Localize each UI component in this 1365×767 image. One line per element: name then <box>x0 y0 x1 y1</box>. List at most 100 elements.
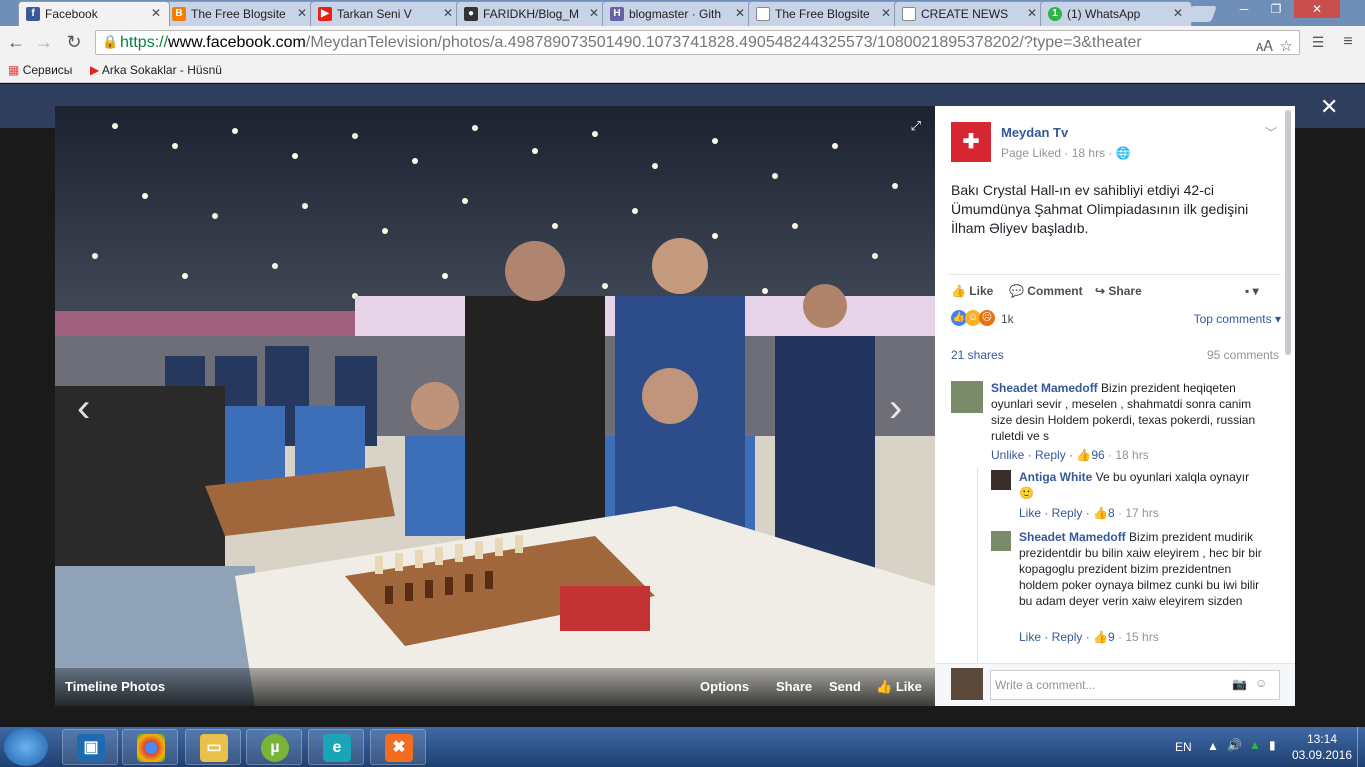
tab-github[interactable]: ● FARIDKH/Blog_M ✕ <box>456 1 608 26</box>
store-icon: ▣ <box>77 734 105 762</box>
shares-count[interactable]: 21 shares <box>951 348 1004 362</box>
bookmark-apps[interactable]: ▦ Сервисы <box>8 63 72 77</box>
clock-date[interactable]: 03.09.2016 <box>1289 748 1355 762</box>
blogger-icon: B <box>172 7 186 21</box>
comments-count[interactable]: 95 comments <box>1207 348 1279 362</box>
start-button[interactable] <box>4 728 48 766</box>
youtube-icon: ▶ <box>318 7 332 21</box>
taskbar-app-store[interactable]: ▣ <box>62 729 118 765</box>
scrollbar[interactable] <box>1285 110 1291 355</box>
share-icon: ↪ <box>1095 284 1106 298</box>
close-tab-icon[interactable]: ✕ <box>1027 6 1037 20</box>
forward-button[interactable]: → <box>34 32 54 52</box>
apps-icon: ▦ <box>8 63 20 77</box>
folder-icon: ▭ <box>200 734 228 762</box>
comment-actions[interactable]: Like · Reply · 👍8 · 17 hrs <box>1019 505 1159 521</box>
smiley-icon: 🙂 <box>1019 486 1034 500</box>
new-tab-button[interactable] <box>1185 6 1217 22</box>
share-action[interactable]: ↪ Share <box>1095 284 1142 298</box>
taskbar-xampp[interactable]: ✖ <box>370 729 426 765</box>
bookmark-arka-sokaklar[interactable]: ▶ Arka Sokaklar - Hüsnü <box>90 63 222 77</box>
drive-icon[interactable]: ▲ <box>1249 738 1261 752</box>
chevron-down-icon[interactable]: ﹀ <box>1265 124 1277 141</box>
next-photo-arrow[interactable]: › <box>889 386 902 431</box>
photo-caption[interactable]: Timeline Photos <box>65 679 165 694</box>
close-tab-icon[interactable]: ✕ <box>881 6 891 20</box>
close-tab-icon[interactable]: ✕ <box>443 6 453 20</box>
show-desktop-button[interactable] <box>1357 727 1365 767</box>
photo-viewer[interactable]: ⤢ ‹ › Timeline Photos Options Share Send… <box>55 106 935 706</box>
previous-photo-arrow[interactable]: ‹ <box>77 386 90 431</box>
thumbs-up-icon: 👍 <box>1076 448 1092 462</box>
browser-toolbar: ← → ↻ 🔒 https://www.facebook.com/MeydanT… <box>0 26 1365 59</box>
tab-blogsite[interactable]: B The Free Blogsite ✕ <box>164 1 316 26</box>
emoji-icon[interactable]: ☺ <box>1255 676 1267 690</box>
taskbar-edge[interactable]: e <box>308 729 364 765</box>
close-tab-icon[interactable]: ✕ <box>589 6 599 20</box>
close-tab-icon[interactable]: ✕ <box>151 6 161 20</box>
taskbar-explorer[interactable]: ▭ <box>185 729 241 765</box>
top-comments-dropdown[interactable]: Top comments ▾ <box>1194 312 1281 326</box>
menu-icon[interactable]: ≡ <box>1338 32 1358 52</box>
tab-heroku[interactable]: H blogmaster · Gith ✕ <box>602 1 754 26</box>
tab-facebook[interactable]: f Facebook ✕ <box>18 1 170 26</box>
like-action[interactable]: 👍 Like <box>951 284 993 298</box>
like-button[interactable]: 👍 Like <box>876 679 922 695</box>
page-name[interactable]: Meydan Tv <box>1001 125 1068 140</box>
clock-time[interactable]: 13:14 <box>1295 732 1349 746</box>
close-theater-icon[interactable]: ✕ <box>1320 94 1338 120</box>
avatar[interactable] <box>991 531 1011 551</box>
tray-arrow-icon[interactable]: ▲ <box>1207 739 1219 753</box>
tab-whatsapp[interactable]: 1 (1) WhatsApp ✕ <box>1040 1 1192 26</box>
thumbs-up-icon: 👍 <box>1093 506 1108 520</box>
minimize-button[interactable]: ─ <box>1230 0 1258 18</box>
reload-button[interactable]: ↻ <box>64 32 84 52</box>
page-avatar[interactable]: ✚ <box>951 122 991 162</box>
maximize-button[interactable]: ❐ <box>1262 0 1290 18</box>
taskbar-utorrent[interactable]: µ <box>246 729 302 765</box>
reactions-count[interactable]: 1k <box>1001 312 1014 326</box>
send-button[interactable]: Send <box>829 679 861 694</box>
network-icon[interactable]: ▮ <box>1269 738 1276 752</box>
volume-icon[interactable]: 🔊 <box>1227 738 1242 752</box>
xampp-icon: ✖ <box>385 734 413 762</box>
page-icon <box>756 7 770 21</box>
post-meta: Page Liked · 18 hrs · 🌐 <box>1001 146 1131 160</box>
close-tab-icon[interactable]: ✕ <box>735 6 745 20</box>
expand-icon[interactable]: ⤢ <box>911 118 921 134</box>
utorrent-icon: µ <box>261 734 289 762</box>
translate-icon[interactable]: 🗚 <box>1256 35 1273 54</box>
avatar[interactable] <box>951 381 983 413</box>
language-indicator[interactable]: EN <box>1175 740 1192 754</box>
thumbs-up-icon: 👍 <box>951 284 966 298</box>
bookmark-star-icon[interactable]: ☆ <box>1280 35 1293 54</box>
avatar[interactable] <box>991 470 1011 490</box>
close-tab-icon[interactable]: ✕ <box>297 6 307 20</box>
close-tab-icon[interactable]: ✕ <box>1173 6 1183 20</box>
comment-action[interactable]: 💬 Comment <box>1009 284 1083 298</box>
taskbar-chrome[interactable] <box>122 729 178 765</box>
avatar <box>951 668 983 700</box>
comment: Sheadet Mamedoff Bizim prezident mudirik… <box>1019 530 1262 608</box>
share-button[interactable]: Share <box>776 679 812 694</box>
camera-icon[interactable]: 📷 <box>1232 677 1247 691</box>
close-window-button[interactable]: ✕ <box>1294 0 1340 18</box>
tab-create-news[interactable]: CREATE NEWS ✕ <box>894 1 1046 26</box>
chrome-icon <box>137 734 165 762</box>
edge-icon: e <box>323 734 351 762</box>
comment-actions[interactable]: Unlike · Reply · 👍96 · 18 hrs <box>991 447 1149 463</box>
post-as-selector[interactable]: ▪ ▾ <box>1245 284 1259 298</box>
address-bar[interactable]: 🔒 https://www.facebook.com/MeydanTelevis… <box>95 30 1300 55</box>
youtube-icon: ▶ <box>90 63 100 77</box>
github-icon: ● <box>464 7 478 21</box>
back-button[interactable]: ← <box>6 32 26 52</box>
lock-icon: 🔒 <box>102 34 119 49</box>
tab-blogsite-2[interactable]: The Free Blogsite ✕ <box>748 1 900 26</box>
heroku-icon: H <box>610 7 624 21</box>
reply-thread-line <box>977 468 978 663</box>
thumbs-up-icon: 👍 <box>1093 630 1108 644</box>
comment-actions[interactable]: Like · Reply · 👍9 · 15 hrs <box>1019 629 1159 645</box>
extension-icon[interactable]: ☰ <box>1308 32 1328 52</box>
tab-youtube[interactable]: ▶ Tarkan Seni V ✕ <box>310 1 462 26</box>
options-button[interactable]: Options <box>700 679 749 694</box>
